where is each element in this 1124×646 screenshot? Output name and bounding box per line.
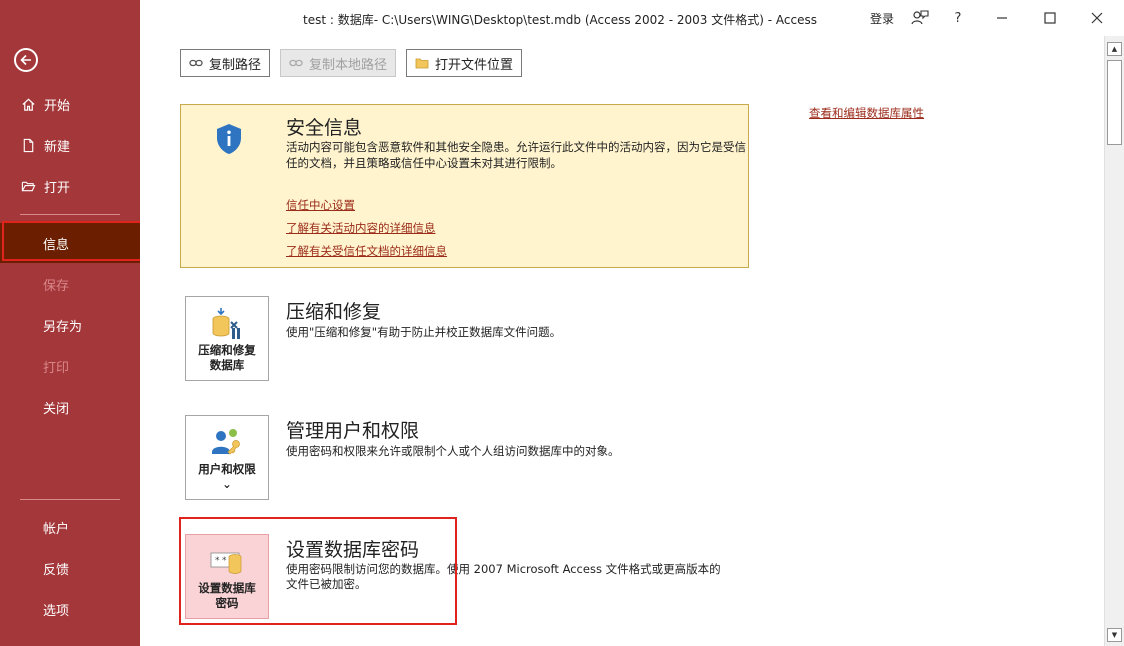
- backstage-sidebar: 开始 新建 打开 信息 保存 另存为 打印 关闭 帐户 反馈 选项: [0, 0, 140, 646]
- sidebar-item-label: 保存: [43, 278, 70, 294]
- open-file-location-button[interactable]: 打开文件位置: [406, 49, 523, 77]
- shield-icon: [217, 124, 241, 154]
- scroll-up-arrow-icon[interactable]: ▲: [1107, 42, 1122, 56]
- sidebar-item-label: 打开: [44, 180, 71, 196]
- sidebar-item-label: 新建: [44, 139, 71, 155]
- button-label: 打开文件位置: [435, 57, 514, 73]
- signin-link[interactable]: 登录: [870, 10, 894, 27]
- sidebar-item-feedback[interactable]: 反馈: [0, 548, 140, 588]
- button-label: 复制本地路径: [309, 57, 388, 73]
- highlight-box-info: [2, 221, 147, 261]
- users-permissions-title: 管理用户和权限: [286, 420, 420, 442]
- info-panel: 复制路径 复制本地路径 打开文件位置 安全信息 活动内容可能包含恶意软件和其他安…: [140, 36, 1104, 646]
- sidebar-item-label: 开始: [44, 98, 71, 114]
- copy-path-button[interactable]: 复制路径: [180, 49, 271, 77]
- active-content-info-link[interactable]: 了解有关活动内容的详细信息: [286, 220, 436, 236]
- sidebar-item-new[interactable]: 新建: [0, 125, 140, 165]
- close-icon[interactable]: [1087, 8, 1107, 28]
- compact-repair-description: 使用"压缩和修复"有助于防止并校正数据库文件问题。: [286, 325, 562, 339]
- sidebar-divider: [20, 499, 120, 500]
- view-edit-properties-link[interactable]: 查看和编辑数据库属性: [809, 105, 924, 121]
- trust-center-settings-link[interactable]: 信任中心设置: [286, 197, 355, 213]
- folder-icon: [415, 56, 429, 70]
- sidebar-item-save: 保存: [0, 264, 140, 304]
- security-description: 活动内容可能包含恶意软件和其他安全隐患。允许运行此文件中的活动内容，因为它是受信…: [286, 140, 746, 170]
- users-keys-icon: [212, 429, 240, 455]
- window-title: test : 数据库- C:\Users\WING\Desktop\test.m…: [303, 13, 817, 27]
- users-permissions-button[interactable]: 用户和权限 ⌄: [185, 415, 269, 500]
- sidebar-item-label: 另存为: [43, 319, 83, 335]
- sidebar-divider: [20, 214, 120, 215]
- compact-repair-icon: [212, 308, 240, 339]
- sidebar-item-label: 反馈: [43, 562, 70, 578]
- vertical-scrollbar[interactable]: ▲ ▼: [1104, 36, 1124, 646]
- highlight-box-password: [179, 517, 457, 625]
- new-document-icon: [20, 137, 36, 153]
- tile-label-line2: 数据库: [209, 358, 245, 372]
- help-icon[interactable]: ?: [948, 8, 968, 28]
- sidebar-item-close[interactable]: 关闭: [0, 387, 140, 427]
- feedback-person-icon[interactable]: [910, 8, 930, 28]
- sidebar-item-options[interactable]: 选项: [0, 589, 140, 629]
- sidebar-item-home[interactable]: 开始: [0, 84, 140, 124]
- copy-local-path-button: 复制本地路径: [280, 49, 397, 77]
- back-arrow-icon[interactable]: [14, 48, 38, 72]
- users-permissions-description: 使用密码和权限来允许或限制个人或个人组访问数据库中的对象。: [286, 444, 620, 458]
- security-title: 安全信息: [286, 117, 363, 139]
- sidebar-item-open[interactable]: 打开: [0, 166, 140, 206]
- sidebar-item-account[interactable]: 帐户: [0, 507, 140, 547]
- link-icon: [289, 56, 303, 70]
- security-info-panel: 安全信息 活动内容可能包含恶意软件和其他安全隐患。允许运行此文件中的活动内容，因…: [180, 104, 749, 268]
- chevron-down-icon: ⌄: [222, 477, 232, 491]
- open-folder-icon: [20, 178, 36, 194]
- maximize-icon[interactable]: [1040, 8, 1060, 28]
- scrollbar-thumb[interactable]: [1107, 60, 1122, 145]
- scroll-down-arrow-icon[interactable]: ▼: [1107, 628, 1122, 642]
- title-bar: test : 数据库- C:\Users\WING\Desktop\test.m…: [140, 0, 1124, 36]
- link-icon: [189, 56, 203, 70]
- trusted-documents-info-link[interactable]: 了解有关受信任文档的详细信息: [286, 243, 447, 259]
- compact-repair-button[interactable]: 压缩和修复 数据库: [185, 296, 269, 381]
- sidebar-item-label: 打印: [43, 360, 70, 376]
- sidebar-item-print: 打印: [0, 346, 140, 386]
- sidebar-item-label: 帐户: [43, 521, 70, 537]
- sidebar-item-save-as[interactable]: 另存为: [0, 305, 140, 345]
- tile-label: 压缩和修复 数据库: [198, 343, 256, 373]
- button-label: 复制路径: [209, 57, 262, 73]
- minimize-icon[interactable]: [992, 8, 1012, 28]
- tile-label-line1: 用户和权限: [198, 462, 256, 476]
- sidebar-item-label: 关闭: [43, 401, 70, 417]
- tile-label-line1: 压缩和修复: [198, 343, 256, 357]
- tile-label: 用户和权限 ⌄: [198, 462, 256, 492]
- home-icon: [20, 96, 36, 112]
- compact-repair-title: 压缩和修复: [286, 301, 382, 323]
- sidebar-item-label: 选项: [43, 603, 70, 619]
